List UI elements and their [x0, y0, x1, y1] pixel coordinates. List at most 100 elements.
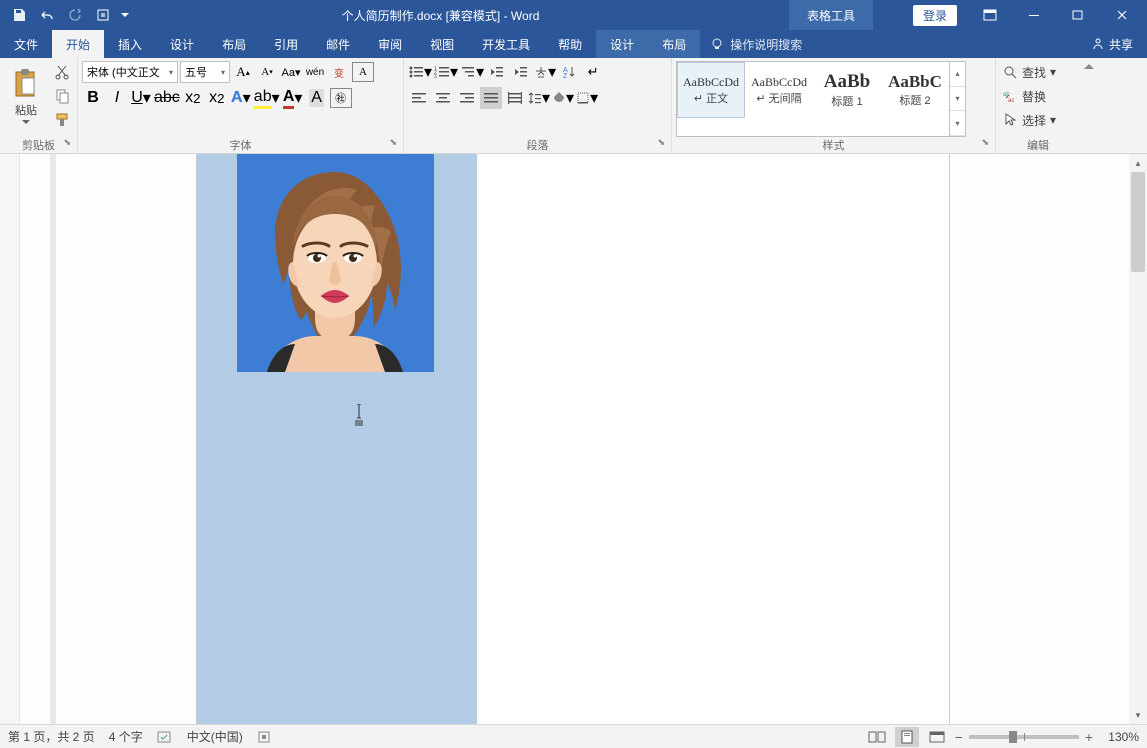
strikethrough-button[interactable]: abc: [154, 87, 180, 109]
save-button[interactable]: [6, 2, 32, 28]
gallery-scroll-up[interactable]: ▴: [950, 62, 965, 87]
tab-developer[interactable]: 开发工具: [468, 30, 544, 58]
gallery-scroll-down[interactable]: ▾: [950, 87, 965, 112]
align-left-button[interactable]: [408, 87, 430, 109]
text-effects-button[interactable]: A▾: [230, 87, 252, 109]
line-spacing-button[interactable]: ▾: [528, 87, 550, 109]
clipboard-launcher[interactable]: ⬊: [63, 137, 71, 148]
tab-help[interactable]: 帮助: [544, 30, 596, 58]
numbering-button[interactable]: 123▾: [434, 61, 458, 83]
font-family-select[interactable]: 宋体 (中文正文▾: [82, 61, 178, 83]
subscript-button[interactable]: x2: [182, 87, 204, 109]
highlight-button[interactable]: ab▾: [254, 87, 280, 109]
scroll-thumb[interactable]: [1131, 172, 1145, 272]
redo-button[interactable]: [62, 2, 88, 28]
paragraph-launcher[interactable]: ⬊: [657, 137, 665, 148]
format-painter-button[interactable]: [51, 109, 73, 131]
phonetic-guide-button[interactable]: wén: [304, 61, 326, 83]
tab-view[interactable]: 视图: [416, 30, 468, 58]
vertical-scrollbar[interactable]: ▴ ▾: [1129, 154, 1147, 724]
maximize-button[interactable]: [1057, 1, 1099, 29]
minimize-button[interactable]: [1013, 1, 1055, 29]
style-nospacing[interactable]: AaBbCcDd ↵ 无间隔: [745, 62, 813, 118]
zoom-in-button[interactable]: +: [1085, 729, 1093, 745]
distributed-button[interactable]: [504, 87, 526, 109]
zoom-out-button[interactable]: −: [955, 729, 963, 745]
tab-file[interactable]: 文件: [0, 30, 52, 58]
grow-font-button[interactable]: A▴: [232, 61, 254, 83]
tab-home[interactable]: 开始: [52, 30, 104, 58]
italic-button[interactable]: I: [106, 87, 128, 109]
char-shading-button[interactable]: A: [306, 87, 328, 109]
profile-photo[interactable]: [237, 154, 434, 372]
align-right-button[interactable]: [456, 87, 478, 109]
select-button[interactable]: 选择 ▾: [1000, 109, 1076, 131]
align-justify-button[interactable]: [480, 87, 502, 109]
cut-button[interactable]: [51, 61, 73, 83]
vertical-ruler[interactable]: [0, 154, 20, 724]
font-launcher[interactable]: ⬊: [389, 137, 397, 148]
increase-indent-button[interactable]: [510, 61, 532, 83]
sort-button[interactable]: AZ: [558, 61, 580, 83]
zoom-level[interactable]: 130%: [1099, 730, 1139, 744]
close-button[interactable]: [1101, 1, 1143, 29]
scroll-up-button[interactable]: ▴: [1129, 154, 1147, 172]
asian-layout-button[interactable]: ▾: [534, 61, 556, 83]
zoom-thumb[interactable]: [1009, 731, 1017, 743]
macro-icon[interactable]: [257, 730, 271, 744]
bold-button[interactable]: B: [82, 87, 104, 109]
status-language[interactable]: 中文(中国): [187, 728, 243, 745]
tab-table-layout[interactable]: 布局: [648, 30, 700, 58]
ribbon-options-button[interactable]: [969, 1, 1011, 29]
underline-button[interactable]: U▾: [130, 87, 152, 109]
tab-mailings[interactable]: 邮件: [312, 30, 364, 58]
status-words[interactable]: 4 个字: [109, 728, 143, 745]
gallery-expand[interactable]: ▾: [950, 111, 965, 136]
spellcheck-icon[interactable]: [157, 730, 173, 744]
bullets-button[interactable]: ▾: [408, 61, 432, 83]
style-normal[interactable]: AaBbCcDd ↵ 正文: [677, 62, 745, 118]
clear-format-button[interactable]: 变: [328, 61, 350, 83]
tab-insert[interactable]: 插入: [104, 30, 156, 58]
enclose-char-button[interactable]: ㊓: [330, 88, 352, 108]
find-button[interactable]: 查找 ▾: [1000, 61, 1076, 83]
font-color-button[interactable]: A▾: [282, 87, 304, 109]
shading-button[interactable]: ▾: [552, 87, 574, 109]
shrink-font-button[interactable]: A▾: [256, 61, 278, 83]
align-center-button[interactable]: [432, 87, 454, 109]
style-heading2[interactable]: AaBbC 标题 2: [881, 62, 949, 118]
tab-references[interactable]: 引用: [260, 30, 312, 58]
style-heading1[interactable]: AaBb 标题 1: [813, 62, 881, 118]
qat-customize-button[interactable]: [118, 2, 132, 28]
tell-me-search[interactable]: 操作说明搜索: [700, 30, 812, 58]
read-mode-button[interactable]: [865, 727, 889, 747]
print-layout-button[interactable]: [895, 727, 919, 747]
tab-layout[interactable]: 布局: [208, 30, 260, 58]
superscript-button[interactable]: x2: [206, 87, 228, 109]
login-button[interactable]: 登录: [913, 5, 957, 26]
font-size-select[interactable]: 五号▾: [180, 61, 230, 83]
undo-button[interactable]: [34, 2, 60, 28]
style-gallery[interactable]: AaBbCcDd ↵ 正文 AaBbCcDd ↵ 无间隔 AaBb 标题 1 A…: [676, 61, 966, 137]
tab-table-design[interactable]: 设计: [596, 30, 648, 58]
touch-mode-button[interactable]: [90, 2, 116, 28]
document-canvas[interactable]: [20, 154, 1129, 724]
tab-review[interactable]: 审阅: [364, 30, 416, 58]
change-case-button[interactable]: Aa▾: [280, 61, 302, 83]
ribbon-collapse[interactable]: [1080, 58, 1098, 153]
multilevel-button[interactable]: ▾: [460, 61, 484, 83]
scroll-down-button[interactable]: ▾: [1129, 706, 1147, 724]
scroll-track[interactable]: [1129, 172, 1147, 706]
status-page[interactable]: 第 1 页，共 2 页: [8, 728, 95, 745]
replace-button[interactable]: abac替换: [1000, 85, 1076, 107]
show-marks-button[interactable]: ↵: [582, 61, 604, 83]
borders-button[interactable]: ▾: [576, 87, 598, 109]
paste-button[interactable]: 粘贴: [4, 61, 48, 131]
copy-button[interactable]: [51, 85, 73, 107]
tab-design[interactable]: 设计: [156, 30, 208, 58]
share-button[interactable]: 共享: [1077, 30, 1147, 58]
decrease-indent-button[interactable]: [486, 61, 508, 83]
char-border-button[interactable]: A: [352, 62, 374, 82]
styles-launcher[interactable]: ⬊: [981, 137, 989, 148]
web-layout-button[interactable]: [925, 727, 949, 747]
